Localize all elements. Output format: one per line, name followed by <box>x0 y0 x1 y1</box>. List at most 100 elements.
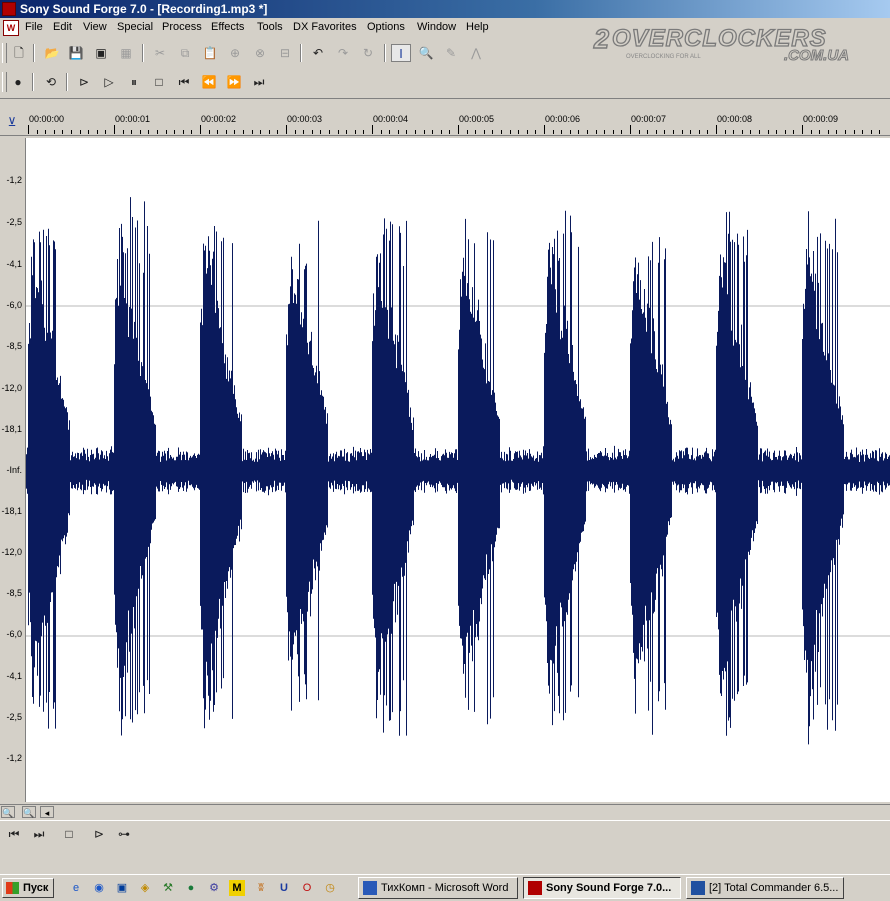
ruler-minor-tick <box>37 130 38 134</box>
envelope-tool-icon[interactable]: ⋀ <box>466 44 486 62</box>
ruler-minor-tick <box>845 130 846 134</box>
start-button[interactable]: Пуск <box>2 878 54 898</box>
go-to-start-icon[interactable]: ⏮ <box>174 73 194 91</box>
ruler-minor-tick <box>398 130 399 134</box>
ruler-tick-label: 00:00:02 <box>201 114 236 124</box>
ruler-minor-tick <box>62 130 63 134</box>
go-to-start-icon[interactable]: ⏮ <box>4 825 24 843</box>
menu-help[interactable]: Help <box>466 21 489 33</box>
internet-explorer-icon[interactable]: e <box>68 880 84 896</box>
go-to-end-icon[interactable]: ⏭ <box>29 825 49 843</box>
globe-icon[interactable]: ● <box>183 880 199 896</box>
trim-icon[interactable]: ⊟ <box>275 44 295 62</box>
record-icon[interactable]: ● <box>8 73 28 91</box>
stop-icon[interactable]: □ <box>59 825 79 843</box>
ruler-minor-tick <box>123 130 124 134</box>
tool-app-icon[interactable]: ⚒ <box>160 880 176 896</box>
logo-tagline: OVERCLOCKING FOR ALL <box>626 54 701 60</box>
toolbar-grip[interactable] <box>2 43 7 63</box>
ruler-minor-tick <box>682 130 683 134</box>
menu-edit[interactable]: Edit <box>53 21 72 33</box>
ruler-minor-tick <box>166 130 167 134</box>
ruler-minor-tick <box>673 130 674 134</box>
scale-label: -4,1 <box>6 259 22 269</box>
menu-tools[interactable]: Tools <box>257 21 283 33</box>
menu-view[interactable]: View <box>83 21 107 33</box>
time-ruler[interactable]: ⊻ 00:00:0000:00:0100:00:0200:00:0300:00:… <box>0 111 890 136</box>
ruler-minor-tick <box>312 130 313 134</box>
go-to-end-icon[interactable]: ⏭ <box>249 73 269 91</box>
scroll-left-icon[interactable]: ◂ <box>40 806 54 818</box>
menu-options[interactable]: Options <box>367 21 405 33</box>
toolbar-grip[interactable] <box>2 72 7 92</box>
u-app-icon[interactable]: U <box>276 880 292 896</box>
ruler-major-tick <box>630 125 631 134</box>
ruler-minor-tick <box>97 130 98 134</box>
ruler-minor-tick <box>209 130 210 134</box>
pause-icon[interactable]: ⏸ <box>124 73 144 91</box>
ruler-minor-tick <box>613 130 614 134</box>
menu-special[interactable]: Special <box>117 21 153 33</box>
app-icon <box>2 2 16 16</box>
play-icon[interactable]: ⊳ <box>89 825 109 843</box>
transport-toolbar: ● ⟲ ⊳ ▷ ⏸ □ ⏮ ⏪ ⏩ ⏭ <box>0 69 280 95</box>
taskbar-button-label: ТихКомп - Microsoft Word <box>381 882 508 894</box>
floppy-icon[interactable]: ▣ <box>114 880 130 896</box>
undo-icon[interactable]: ↶ <box>308 44 328 62</box>
ruler-minor-tick <box>45 130 46 134</box>
play-all-icon[interactable]: ⊳ <box>74 73 94 91</box>
outlook-express-icon[interactable]: ◉ <box>91 880 107 896</box>
taskbar-button[interactable]: Sony Sound Forge 7.0... <box>523 877 681 899</box>
network-icon[interactable]: ⚙ <box>206 880 222 896</box>
paste-icon[interactable]: 📋 <box>200 44 220 62</box>
taskbar-button[interactable]: ТихКомп - Microsoft Word <box>358 877 518 899</box>
overview-bar[interactable] <box>0 98 890 112</box>
ruler-minor-tick <box>88 130 89 134</box>
ruler-minor-tick <box>707 130 708 134</box>
menu-dx-favorites[interactable]: DX Favorites <box>293 21 357 33</box>
play-plug-in-chainer-icon[interactable]: ⊶ <box>114 825 134 843</box>
m-app-icon[interactable]: M <box>229 880 245 896</box>
stop-icon[interactable]: □ <box>149 73 169 91</box>
document-icon[interactable]: W <box>3 20 19 36</box>
loop-playback-icon[interactable]: ⟲ <box>41 73 61 91</box>
paste-crossfade-icon[interactable]: ⊗ <box>250 44 270 62</box>
pencil-tool-icon[interactable]: ✎ <box>441 44 461 62</box>
magnify-tool-icon[interactable]: 🔍 <box>416 44 436 62</box>
title-bar[interactable]: Sony Sound Forge 7.0 - [Recording1.mp3 *… <box>0 0 890 18</box>
cut-icon[interactable]: ✂ <box>150 44 170 62</box>
zoom-out-icon[interactable]: 🔍 <box>1 806 15 818</box>
menu-effects[interactable]: Effects <box>211 21 244 33</box>
new-file-icon[interactable]: 🗋 <box>9 44 29 62</box>
menu-process[interactable]: Process <box>162 21 202 33</box>
menu-file[interactable]: File <box>25 21 43 33</box>
play-icon[interactable]: ▷ <box>99 73 119 91</box>
clock-icon[interactable]: ◷ <box>322 880 338 896</box>
diamond-app-icon[interactable]: ◈ <box>137 880 153 896</box>
copy-icon[interactable]: ⧉ <box>175 44 195 62</box>
redo-icon[interactable]: ↷ <box>333 44 353 62</box>
rewind-icon[interactable]: ⏪ <box>199 73 219 91</box>
taskbar-button[interactable]: [2] Total Commander 6.5... <box>686 877 844 899</box>
ruler-major-tick <box>200 125 201 134</box>
toolbar-separator <box>32 73 34 91</box>
butterfly-icon[interactable]: ʬ <box>253 880 269 896</box>
save-as-icon[interactable]: ▣ <box>91 44 111 62</box>
repeat-icon[interactable]: ↻ <box>358 44 378 62</box>
ruler-marker-icon[interactable]: ⊻ <box>4 115 20 131</box>
forward-icon[interactable]: ⏩ <box>224 73 244 91</box>
edit-tool-icon[interactable]: Ⅰ <box>391 44 411 62</box>
horizontal-scrollbar[interactable]: 🔍 🔍 ◂ <box>0 804 890 819</box>
zoom-in-icon[interactable]: 🔍 <box>22 806 36 818</box>
ruler-minor-tick <box>295 130 296 134</box>
save-icon[interactable]: 💾 <box>66 44 86 62</box>
menu-window[interactable]: Window <box>417 21 456 33</box>
opera-icon[interactable]: O <box>299 880 315 896</box>
properties-icon[interactable]: ▦ <box>116 44 136 62</box>
scale-label: -8,5 <box>6 588 22 598</box>
waveform-display[interactable] <box>25 138 890 802</box>
scale-label: -6,0 <box>6 629 22 639</box>
open-folder-icon[interactable]: 📂 <box>42 44 62 62</box>
paste-mix-icon[interactable]: ⊕ <box>225 44 245 62</box>
ruler-tick-label: 00:00:00 <box>29 114 64 124</box>
